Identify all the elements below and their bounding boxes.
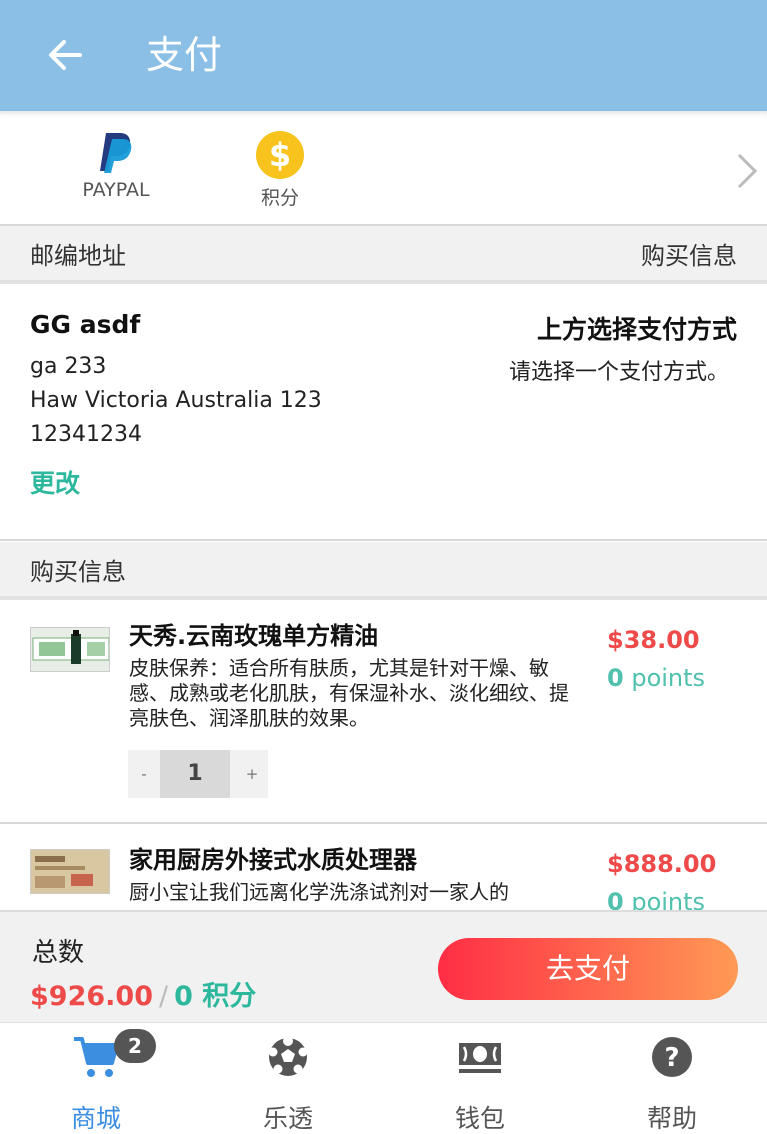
change-address-link[interactable]: 更改: [30, 464, 80, 500]
product-list[interactable]: 天秀.云南玫瑰单方精油 皮肤保养：适合所有肤质，尤其是针对干燥、敏感、成熟或老化…: [0, 600, 767, 910]
total-price: $926.00: [30, 981, 153, 1012]
payment-option-points[interactable]: $ 积分: [220, 131, 340, 210]
quantity-stepper: - 1 +: [128, 750, 268, 798]
nav-item-wallet[interactable]: 钱包: [384, 1023, 576, 1134]
product-price: $38.00: [607, 626, 700, 654]
arrow-left-icon: [49, 40, 82, 70]
nav-label-help: 帮助: [646, 1104, 697, 1133]
nav-label-wallet: 钱包: [454, 1104, 505, 1133]
address-section-title: 邮编地址: [30, 242, 126, 270]
points-label: 积分: [260, 187, 299, 209]
recipient-name: GG asdf: [30, 310, 141, 339]
increase-quantity-button[interactable]: +: [236, 750, 268, 798]
back-button[interactable]: [40, 30, 90, 80]
dollar-coin-icon: $: [256, 131, 304, 179]
cart-count-badge: 2: [114, 1029, 156, 1063]
product-description: 皮肤保养：适合所有肤质，尤其是针对干燥、敏感、成熟或老化肌肤，有保湿补水、淡化细…: [129, 656, 569, 730]
purchase-info-link: 购买信息: [641, 242, 737, 270]
product-points-value: 0: [607, 664, 624, 692]
chevron-right-icon: [737, 153, 758, 189]
purchase-section-header: 购买信息: [0, 542, 767, 600]
payment-option-paypal[interactable]: PAYPAL: [56, 131, 176, 201]
decrease-quantity-button[interactable]: -: [128, 750, 160, 798]
product-price: $888.00: [607, 850, 717, 878]
paypal-icon: [100, 133, 132, 173]
address-line-2: Haw Victoria Australia 123: [30, 388, 322, 413]
product-points-unit: points: [631, 888, 706, 910]
pay-button[interactable]: 去支付: [438, 938, 738, 1000]
payment-hint-text: 请选择一个支付方式。: [508, 360, 729, 385]
nav-item-shop[interactable]: 2 商城: [0, 1023, 192, 1134]
purchase-section-title: 购买信息: [30, 558, 126, 586]
cart-icon: [74, 1037, 119, 1077]
product-points-value: 0: [607, 888, 624, 910]
phone-number: 12341234: [30, 422, 142, 447]
product-points: 0 points: [607, 664, 705, 692]
help-icon: ?: [652, 1037, 692, 1077]
address-panel: GG asdf ga 233 Haw Victoria Australia 12…: [0, 288, 767, 541]
more-methods-button[interactable]: [735, 151, 759, 191]
payment-method-bar: PAYPAL $ 积分: [0, 111, 767, 226]
address-line-1: ga 233: [30, 354, 107, 379]
payment-hint-title: 上方选择支付方式: [536, 315, 737, 344]
list-item: 家用厨房外接式水质处理器 厨小宝让我们远离化学洗涤试剂对一家人的 $888.00…: [0, 824, 767, 910]
payment-screen: 支付 PAYPAL $ 积分 邮编地址 购买信息 GG asdf ga 233 …: [0, 0, 767, 1134]
total-label: 总数: [32, 938, 85, 968]
product-points-unit: points: [631, 664, 706, 692]
list-item: 天秀.云南玫瑰单方精油 皮肤保养：适合所有肤质，尤其是针对干燥、敏感、成熟或老化…: [0, 600, 767, 824]
nav-item-lottery[interactable]: 乐透: [192, 1023, 384, 1134]
product-points: 0 points: [607, 888, 705, 910]
product-title: 天秀.云南玫瑰单方精油: [129, 622, 379, 650]
product-image: [30, 849, 110, 894]
page-title: 支付: [146, 33, 223, 77]
svg-text:?: ?: [664, 1043, 679, 1073]
soccer-ball-icon: [268, 1036, 308, 1076]
paypal-label: PAYPAL: [82, 179, 150, 201]
product-image: [30, 627, 110, 672]
total-amount: $926.00/0 积分: [30, 974, 256, 1013]
total-points: 0 积分: [174, 981, 257, 1012]
nav-label-shop: 商城: [70, 1104, 121, 1133]
banknote-icon: [459, 1043, 501, 1073]
product-description: 厨小宝让我们远离化学洗涤试剂对一家人的: [129, 880, 509, 904]
product-title: 家用厨房外接式水质处理器: [129, 846, 417, 874]
totals-bar: 总数 $926.00/0 积分 去支付: [0, 910, 767, 1022]
nav-label-lottery: 乐透: [262, 1104, 313, 1133]
nav-item-help[interactable]: ? 帮助: [576, 1023, 767, 1134]
address-section-header: 邮编地址 购买信息: [0, 226, 767, 284]
quantity-value[interactable]: 1: [160, 750, 230, 798]
total-separator: /: [158, 981, 169, 1012]
app-header: 支付: [0, 0, 767, 111]
bottom-nav: 2 商城 乐透 钱包 ? 帮助: [0, 1022, 767, 1134]
